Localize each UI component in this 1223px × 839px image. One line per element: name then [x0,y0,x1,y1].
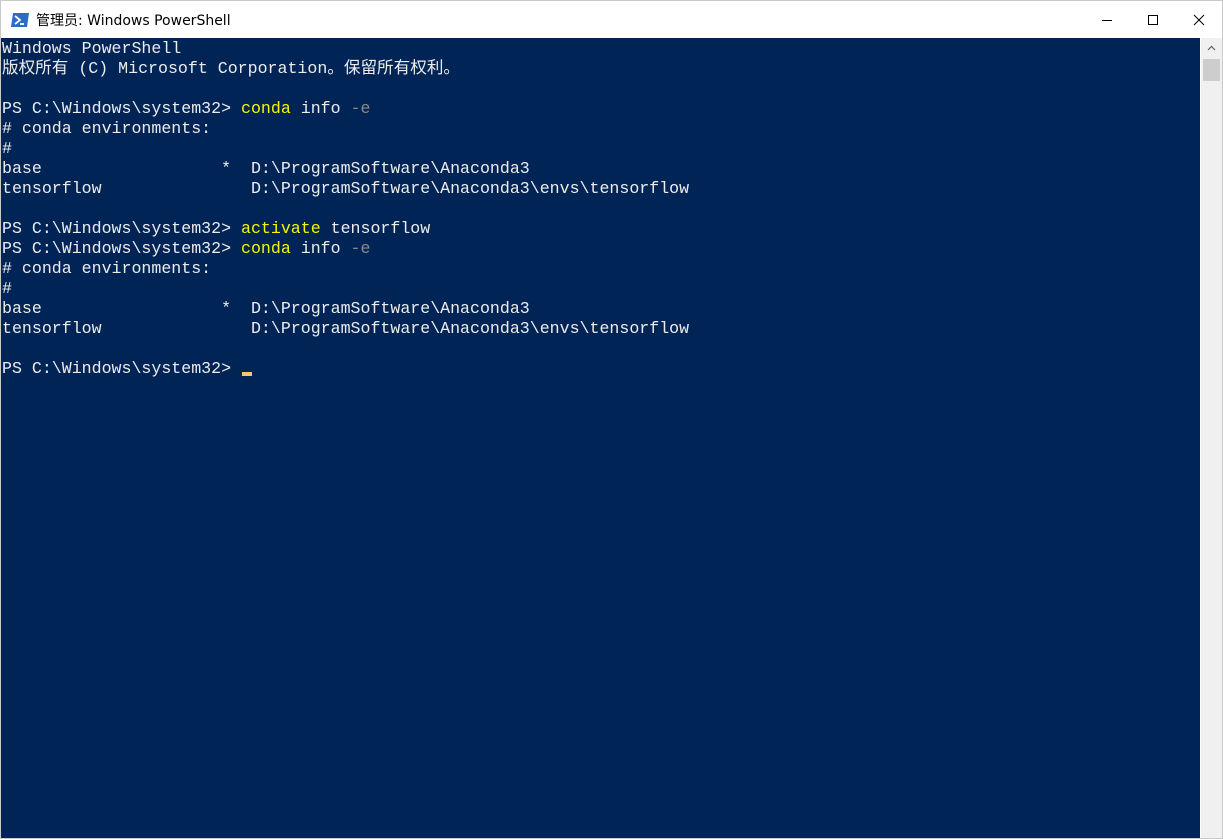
prompt-line: PS C:\Windows\system32> activate tensorf… [2,219,689,239]
command-text: activate [241,219,321,238]
prompt-text: PS C:\Windows\system32> [2,239,241,258]
output-line: tensorflow D:\ProgramSoftware\Anaconda3\… [2,179,690,198]
title-bar[interactable]: 管理员: Windows PowerShell [1,1,1222,38]
prompt-line: PS C:\Windows\system32> conda info -e [2,239,689,259]
output-line: # [2,279,12,298]
vertical-scrollbar[interactable] [1201,38,1222,838]
scroll-thumb[interactable] [1203,59,1220,81]
window-title: 管理员: Windows PowerShell [36,12,231,29]
prompt-text: PS C:\Windows\system32> [2,219,241,238]
window-controls [1084,1,1222,38]
output-line: # conda environments: [2,119,212,138]
output-line: # [2,139,12,158]
command-args: info [290,99,351,118]
output-line: base * D:\ProgramSoftware\Anaconda3 [2,159,530,178]
chevron-up-icon [1207,45,1216,51]
command-parameter: -e [350,239,371,258]
minimize-icon [1102,19,1112,21]
scroll-up-button[interactable] [1201,38,1222,58]
maximize-icon [1148,14,1158,25]
close-icon [1193,14,1205,25]
command-args: tensorflow [320,219,431,238]
close-button[interactable] [1176,1,1222,38]
command-text: conda [241,239,291,258]
powershell-icon[interactable] [10,12,30,28]
maximize-button[interactable] [1130,1,1176,38]
console-lines: Windows PowerShell 版权所有 (C) Microsoft Cor… [2,39,689,379]
prompt-text: PS C:\Windows\system32> [2,359,241,378]
prompt-text: PS C:\Windows\system32> [2,99,241,118]
prompt-line: PS C:\Windows\system32> conda info -e [2,99,689,119]
command-args: info [290,239,351,258]
prompt-line: PS C:\Windows\system32> [2,359,689,379]
command-parameter: -e [350,99,371,118]
output-line: base * D:\ProgramSoftware\Anaconda3 [2,299,530,318]
text-cursor[interactable] [242,372,252,376]
minimize-button[interactable] [1084,1,1130,38]
powershell-window: 管理员: Windows PowerShell Windows PowerShe… [0,0,1223,839]
console-output[interactable]: Windows PowerShell 版权所有 (C) Microsoft Cor… [1,38,1200,838]
output-line: # conda environments: [2,259,212,278]
command-text: conda [241,99,291,118]
output-line: tensorflow D:\ProgramSoftware\Anaconda3\… [2,319,690,338]
output-line: 版权所有 (C) Microsoft Corporation。保留所有权利。 [2,59,461,78]
output-line: Windows PowerShell [2,39,182,58]
